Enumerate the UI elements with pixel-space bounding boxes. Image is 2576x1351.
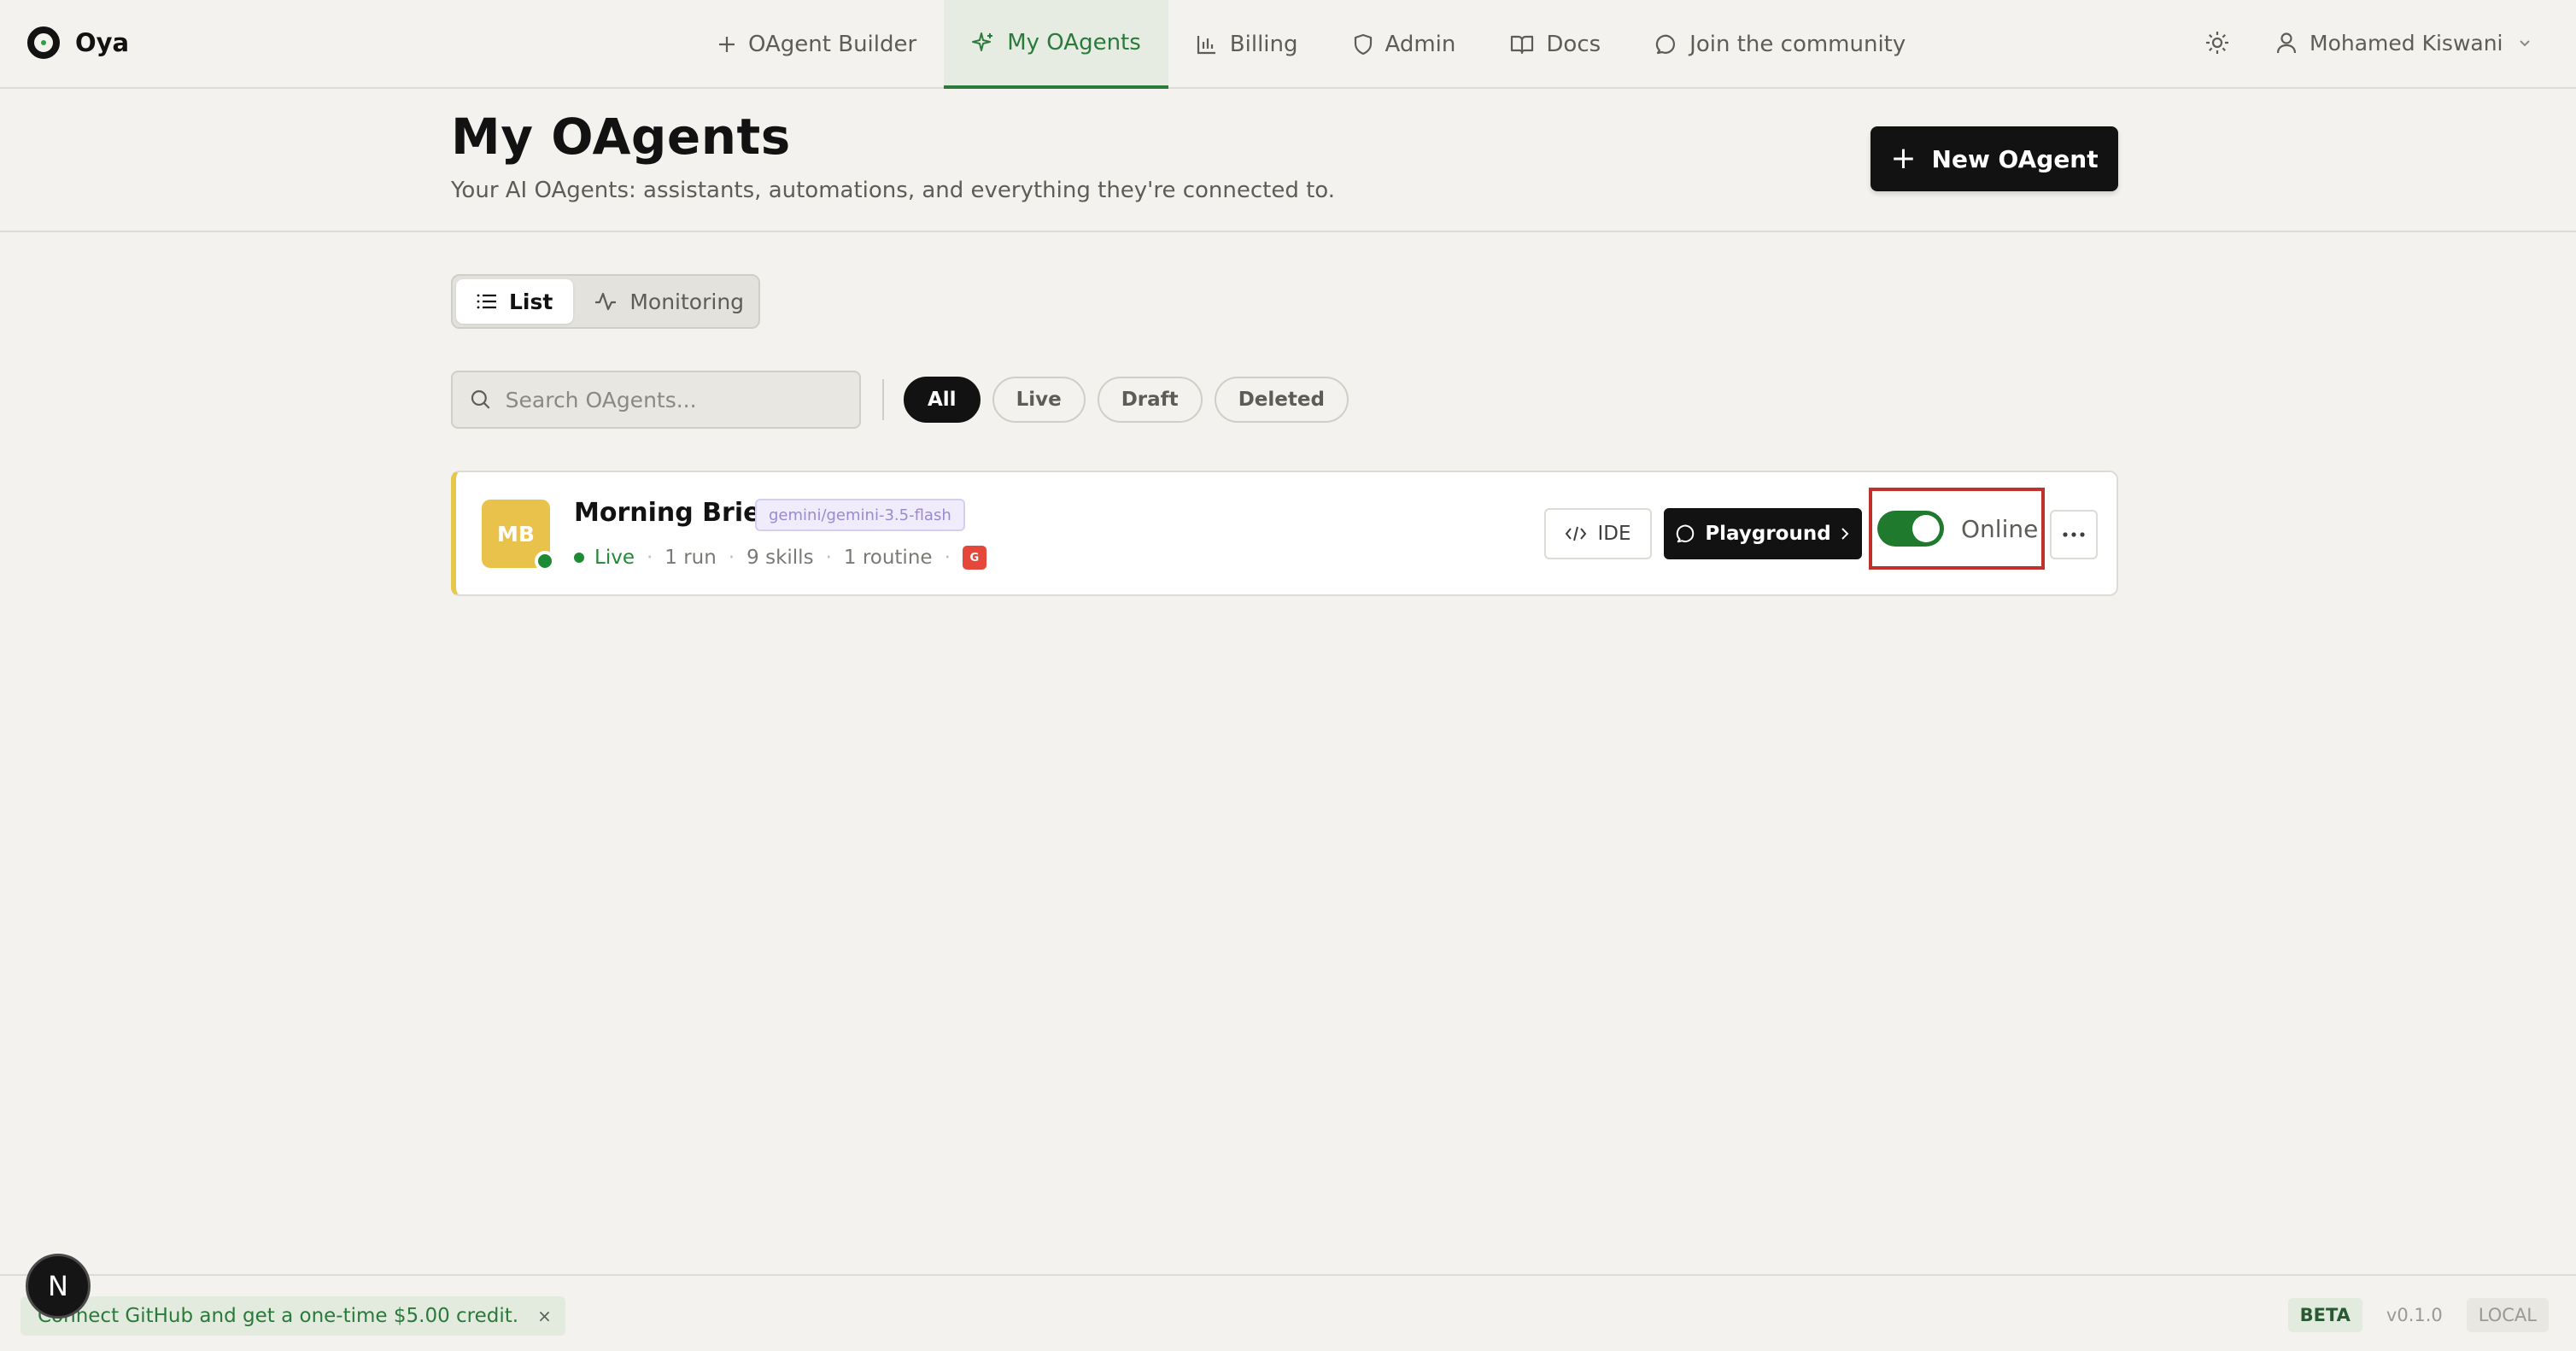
- online-toggle-label: Online: [1961, 514, 2039, 543]
- view-tabs: List Monitoring: [451, 274, 760, 329]
- close-icon[interactable]: ×: [537, 1306, 552, 1326]
- agent-name[interactable]: Morning Brief: [574, 498, 772, 528]
- nav-link-oagent-builder[interactable]: OAgent Builder: [690, 0, 944, 89]
- sparkle-icon: [972, 32, 993, 51]
- oya-logo-icon: [27, 26, 60, 59]
- theme-toggle-button[interactable]: [2202, 27, 2233, 58]
- search-box: [451, 371, 861, 429]
- chevron-down-icon: [2519, 40, 2530, 47]
- model-badge: gemini/gemini-3.5-flash: [755, 499, 965, 531]
- user-menu[interactable]: Mohamed Kiswani: [2275, 26, 2532, 60]
- more-options-button[interactable]: [2050, 510, 2098, 559]
- new-oagent-button[interactable]: + New OAgent: [1871, 126, 2118, 191]
- dev-tools-badge[interactable]: N: [26, 1254, 91, 1319]
- online-toggle[interactable]: [1877, 511, 1944, 547]
- book-icon: [1511, 35, 1534, 55]
- agent-routines: 1 routine: [843, 547, 933, 569]
- meta-separator: ·: [728, 547, 735, 569]
- nav-link-label: Admin: [1385, 32, 1456, 57]
- nav-link-label: Billing: [1229, 32, 1298, 57]
- meta-separator: ·: [825, 547, 832, 569]
- filter-deleted[interactable]: Deleted: [1214, 377, 1349, 423]
- filter-all[interactable]: All: [904, 377, 981, 423]
- toggle-knob: [1912, 515, 1940, 542]
- nav-links: OAgent Builder My OAgents Billing Admin …: [690, 0, 1933, 89]
- nav-link-label: Docs: [1546, 32, 1601, 57]
- sun-icon: [2206, 32, 2228, 54]
- bar-chart-icon: [1197, 36, 1215, 55]
- beta-badge: BETA: [2287, 1298, 2362, 1332]
- plus-icon: [719, 37, 735, 52]
- nav-link-join-community[interactable]: Join the community: [1628, 0, 1933, 89]
- plus-icon: +: [1890, 141, 1917, 176]
- agent-skills: 9 skills: [746, 547, 814, 569]
- ide-label: IDE: [1597, 523, 1631, 545]
- github-promo-banner[interactable]: Connect GitHub and get a one-time $5.00 …: [20, 1296, 565, 1336]
- tab-list[interactable]: List: [456, 279, 574, 324]
- shield-icon: [1354, 33, 1372, 56]
- brand[interactable]: Oya: [27, 24, 129, 61]
- filter-live[interactable]: Live: [992, 377, 1086, 423]
- activity-icon: [595, 292, 617, 311]
- nav-link-label: Join the community: [1689, 32, 1906, 57]
- chevron-right-icon: [1841, 528, 1849, 540]
- page-title: My OAgents: [451, 108, 791, 166]
- meta-separator: ·: [646, 547, 653, 569]
- page-subtitle: Your AI OAgents: assistants, automations…: [451, 178, 1336, 203]
- agent-runs: 1 run: [664, 547, 717, 569]
- version-label: v0.1.0: [2386, 1305, 2443, 1325]
- ide-button[interactable]: IDE: [1544, 508, 1652, 559]
- playground-button[interactable]: Playground: [1664, 508, 1862, 559]
- top-nav: Oya OAgent Builder My OAgents Billing Ad…: [0, 0, 2576, 89]
- chat-bubble-icon: [1677, 524, 1695, 543]
- search-icon: [471, 390, 490, 409]
- nav-link-docs[interactable]: Docs: [1483, 0, 1628, 89]
- filter-draft[interactable]: Draft: [1097, 377, 1203, 423]
- search-input[interactable]: [505, 387, 842, 412]
- online-status-dot: [535, 551, 555, 571]
- agent-meta: Live · 1 run · 9 skills · 1 routine · G: [574, 544, 986, 571]
- user-icon: [2276, 32, 2297, 54]
- nav-link-admin[interactable]: Admin: [1326, 0, 1484, 89]
- meta-separator: ·: [944, 547, 951, 569]
- filters-divider: [882, 379, 884, 420]
- playground-label: Playground: [1705, 523, 1831, 545]
- tab-monitoring[interactable]: Monitoring: [573, 279, 764, 324]
- page-header: My OAgents Your AI OAgents: assistants, …: [0, 91, 2576, 232]
- live-status-dot: [574, 553, 584, 563]
- gmail-integration-icon: G: [962, 546, 986, 570]
- agent-status: Live: [594, 547, 635, 569]
- nav-link-billing[interactable]: Billing: [1168, 0, 1326, 89]
- local-badge: LOCAL: [2466, 1298, 2549, 1332]
- new-oagent-label: New OAgent: [1931, 144, 2099, 173]
- user-name: Mohamed Kiswani: [2310, 30, 2503, 56]
- agent-card[interactable]: MB Morning Brief gemini/gemini-3.5-flash…: [451, 471, 2118, 596]
- footer: Connect GitHub and get a one-time $5.00 …: [0, 1274, 2576, 1351]
- list-icon: [477, 294, 496, 309]
- nav-link-my-oagents[interactable]: My OAgents: [944, 0, 1168, 89]
- footer-badges: BETA v0.1.0 LOCAL: [2287, 1298, 2549, 1332]
- brand-name: Oya: [75, 28, 130, 57]
- page: Oya OAgent Builder My OAgents Billing Ad…: [0, 0, 2576, 1351]
- promo-text: Connect GitHub and get a one-time $5.00 …: [38, 1305, 519, 1327]
- ellipsis-icon: [2063, 532, 2085, 537]
- tab-monitoring-label: Monitoring: [629, 289, 745, 314]
- nav-link-label: OAgent Builder: [748, 32, 917, 57]
- chat-bubble-icon: [1656, 34, 1676, 55]
- online-toggle-highlight: Online: [1869, 488, 2045, 570]
- tab-list-label: List: [509, 289, 553, 314]
- nav-link-label: My OAgents: [1007, 30, 1141, 56]
- code-icon: [1566, 526, 1587, 541]
- status-filters: All Live Draft Deleted: [904, 377, 1349, 423]
